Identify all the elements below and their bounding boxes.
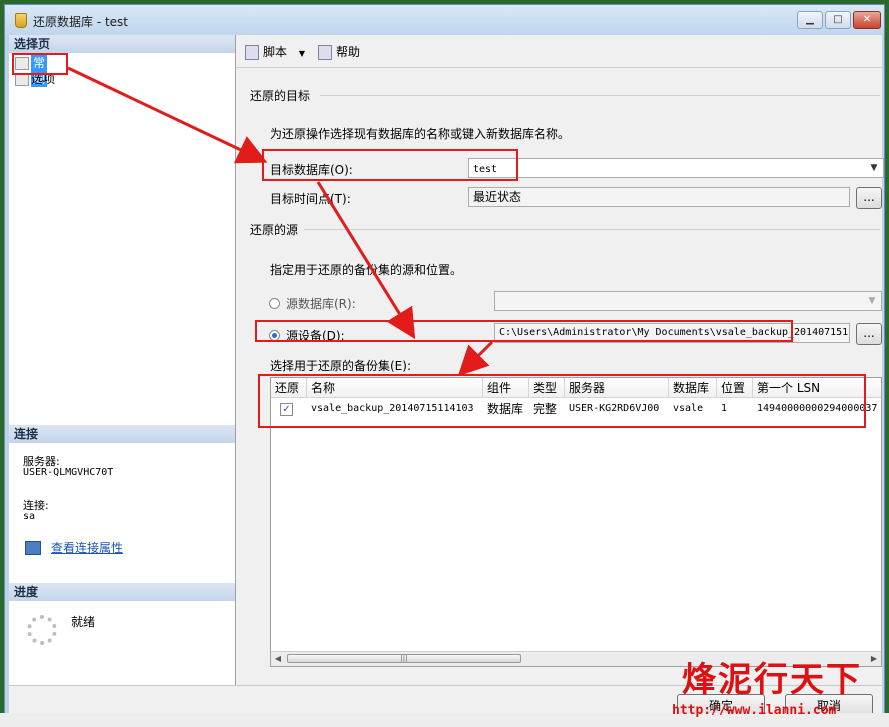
left-pane: 选择页 常规 选项 连接 服务器: USER-QLMGVHC70T 连接: sa…	[9, 35, 236, 685]
maximize-button[interactable]: □	[825, 11, 851, 29]
dialog-client: 选择页 常规 选项 连接 服务器: USER-QLMGVHC70T 连接: sa…	[9, 35, 884, 723]
component-cell: 数据库	[487, 402, 524, 416]
script-icon	[245, 45, 259, 60]
view-connection-properties-link[interactable]: 查看连接属性	[51, 539, 123, 556]
close-button[interactable]: ✕	[853, 11, 881, 29]
source-group-label: 还原的源	[250, 223, 299, 237]
target-group-divider	[320, 95, 880, 96]
target-instruction: 为还原操作选择现有数据库的名称或键入新数据库名称。	[270, 127, 571, 141]
page-general[interactable]: 常规	[15, 55, 48, 87]
target-db-combobox[interactable]: test ▼	[468, 158, 884, 178]
select-page-header: 选择页	[9, 35, 235, 53]
server-value: USER-QLMGVHC70T	[23, 467, 114, 478]
source-database-label: 源数据库(R):	[286, 297, 356, 311]
chevron-down-icon: ▼	[870, 163, 878, 173]
source-database-radio[interactable]	[269, 298, 280, 309]
script-button[interactable]: 脚本 ▼	[245, 44, 305, 60]
restore-cell: ✓	[271, 399, 307, 419]
page-options-label: 选项	[31, 72, 56, 86]
target-group-label: 还原的目标	[250, 89, 311, 103]
script-label: 脚本	[263, 45, 288, 59]
watermark-brand: 烽泥行天下	[682, 660, 862, 700]
connection-value: sa	[23, 511, 36, 522]
source-device-radio[interactable]	[269, 330, 280, 341]
col-first-lsn[interactable]: 第一个 LSN	[753, 378, 881, 398]
progress-header: 进度	[9, 583, 235, 601]
position-cell: 1	[721, 403, 728, 414]
target-time-browse-button[interactable]: ...	[856, 187, 882, 209]
target-time-value: 最近状态	[473, 190, 522, 204]
target-time-field: 最近状态	[468, 187, 850, 207]
restore-database-window: 还原数据库 - test ▁ □ ✕ 选择页 常规 选项 连接 服务器: USE…	[4, 4, 885, 723]
chevron-down-icon: ▼	[868, 296, 876, 306]
help-button[interactable]: 帮助	[318, 44, 360, 60]
progress-status: 就绪	[71, 615, 96, 629]
minimize-button[interactable]: ▁	[797, 11, 823, 29]
source-group-divider	[304, 229, 880, 230]
type-cell: 完整	[533, 402, 558, 416]
target-db-label: 目标数据库(O):	[270, 163, 353, 177]
name-cell: vsale_backup_20140715114103	[311, 403, 474, 414]
backup-sets-label: 选择用于还原的备份集(E):	[270, 359, 411, 373]
restore-checkbox[interactable]: ✓	[280, 403, 293, 416]
col-component[interactable]: 组件	[483, 378, 529, 398]
connection-properties-icon	[25, 541, 41, 555]
col-restore[interactable]: 还原	[271, 378, 307, 398]
page-options[interactable]: 选项	[15, 71, 55, 87]
progress-spinner-icon	[27, 615, 57, 645]
col-database[interactable]: 数据库	[669, 378, 717, 398]
source-database-combobox[interactable]: ▼	[494, 291, 882, 311]
first-lsn-cell: 14940000000294000037	[757, 403, 878, 414]
source-device-browse-button[interactable]: ...	[856, 323, 882, 345]
source-instruction: 指定用于还原的备份集的源和位置。	[270, 263, 463, 277]
target-time-label: 目标时间点(T):	[270, 192, 351, 206]
scroll-left-icon[interactable]: ◀	[272, 653, 284, 665]
connection-header: 连接	[9, 425, 235, 443]
right-pane: 脚本 ▼ 帮助 还原的目标 为还原操作选择现有数据库的名称或键入新数据库名称。 …	[236, 35, 884, 685]
source-device-field[interactable]: C:\Users\Administrator\My Documents\vsal…	[494, 323, 850, 343]
backup-sets-grid: 还原 名称 组件 类型 服务器 数据库 位置 第一个 LSN ✓ vsale_b…	[270, 377, 882, 667]
page-general-icon	[15, 57, 29, 70]
window-title: 还原数据库 - test	[33, 15, 129, 29]
col-server[interactable]: 服务器	[565, 378, 669, 398]
col-position[interactable]: 位置	[717, 378, 753, 398]
scroll-right-icon[interactable]: ▶	[868, 653, 880, 665]
target-db-value: test	[473, 164, 498, 175]
database-cell: vsale	[673, 403, 704, 414]
col-type[interactable]: 类型	[529, 378, 565, 398]
source-device-label: 源设备(D):	[286, 329, 345, 343]
help-icon	[318, 45, 332, 60]
server-cell: USER-KG2RD6VJ00	[569, 403, 660, 414]
title-bar: 还原数据库 - test ▁ □ ✕	[5, 5, 884, 35]
watermark-url: http://www.ilanni.com	[672, 703, 837, 718]
page-options-icon	[15, 73, 29, 86]
chevron-down-icon: ▼	[298, 49, 305, 58]
col-name[interactable]: 名称	[307, 378, 483, 398]
help-label: 帮助	[336, 45, 361, 59]
database-icon	[15, 13, 27, 28]
scroll-thumb[interactable]: |||	[287, 654, 521, 663]
toolbar: 脚本 ▼ 帮助	[236, 35, 882, 68]
